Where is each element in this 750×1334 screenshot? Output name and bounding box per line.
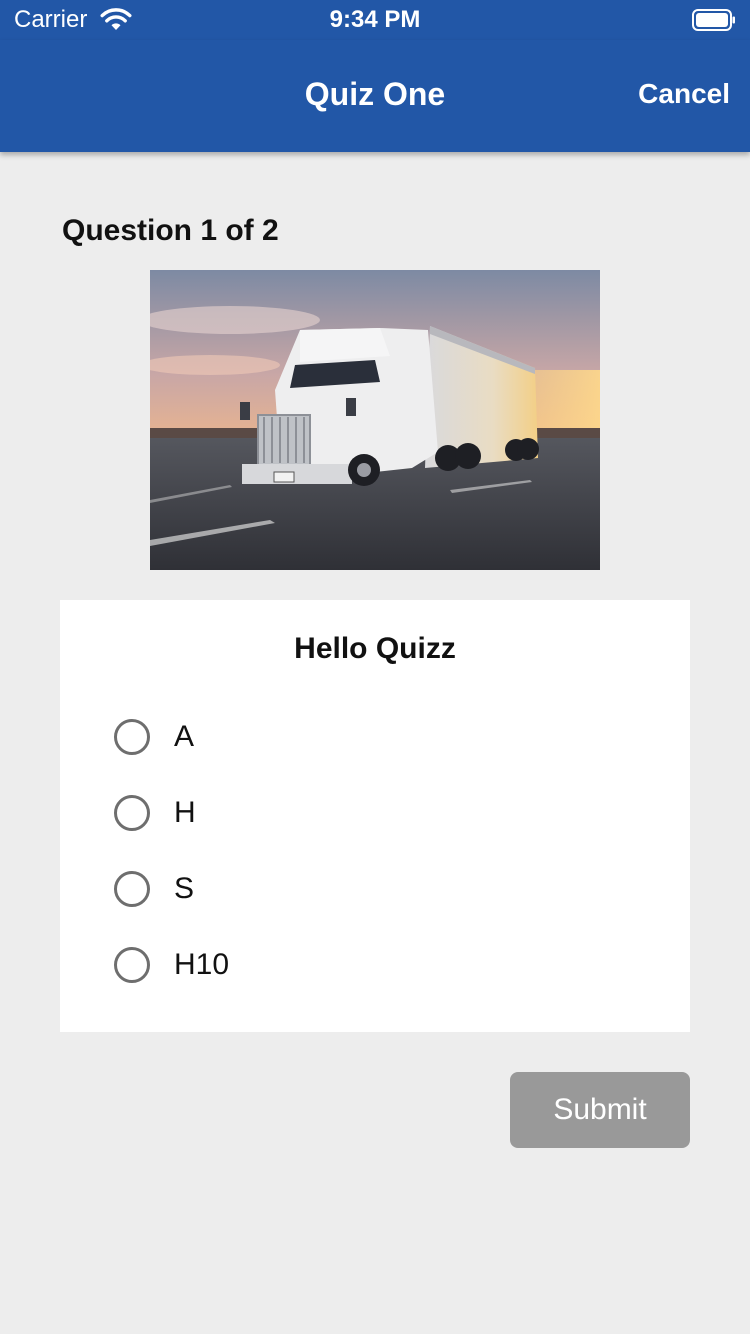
status-bar: Carrier 9:34 PM <box>0 0 750 40</box>
option-a[interactable]: A <box>114 718 634 758</box>
question-text: Hello Quizz <box>294 632 456 665</box>
option-h10[interactable]: H10 <box>114 946 634 986</box>
quiz-screen: Carrier 9:34 PM Quiz One Cancel Question… <box>0 0 750 1334</box>
cancel-button[interactable]: Cancel <box>638 76 730 112</box>
question-image <box>150 270 600 570</box>
radio-button-icon[interactable] <box>114 795 150 831</box>
battery-icon <box>692 9 735 31</box>
option-label: H10 <box>174 948 230 981</box>
option-label: A <box>174 720 195 753</box>
option-label: S <box>174 872 195 905</box>
radio-button-icon[interactable] <box>114 719 150 755</box>
submit-button[interactable]: Submit <box>510 1072 690 1148</box>
question-counter: Question 1 of 2 <box>62 214 279 247</box>
option-label: H <box>174 796 196 829</box>
option-h[interactable]: H <box>114 794 634 834</box>
status-time: 9:34 PM <box>329 6 421 33</box>
truck-image <box>150 270 600 570</box>
navigation-bar: Quiz One Cancel <box>0 40 750 152</box>
question-card: Hello Quizz A H S H10 <box>60 600 690 1032</box>
radio-button-icon[interactable] <box>114 947 150 983</box>
radio-button-icon[interactable] <box>114 871 150 907</box>
option-s[interactable]: S <box>114 870 634 910</box>
